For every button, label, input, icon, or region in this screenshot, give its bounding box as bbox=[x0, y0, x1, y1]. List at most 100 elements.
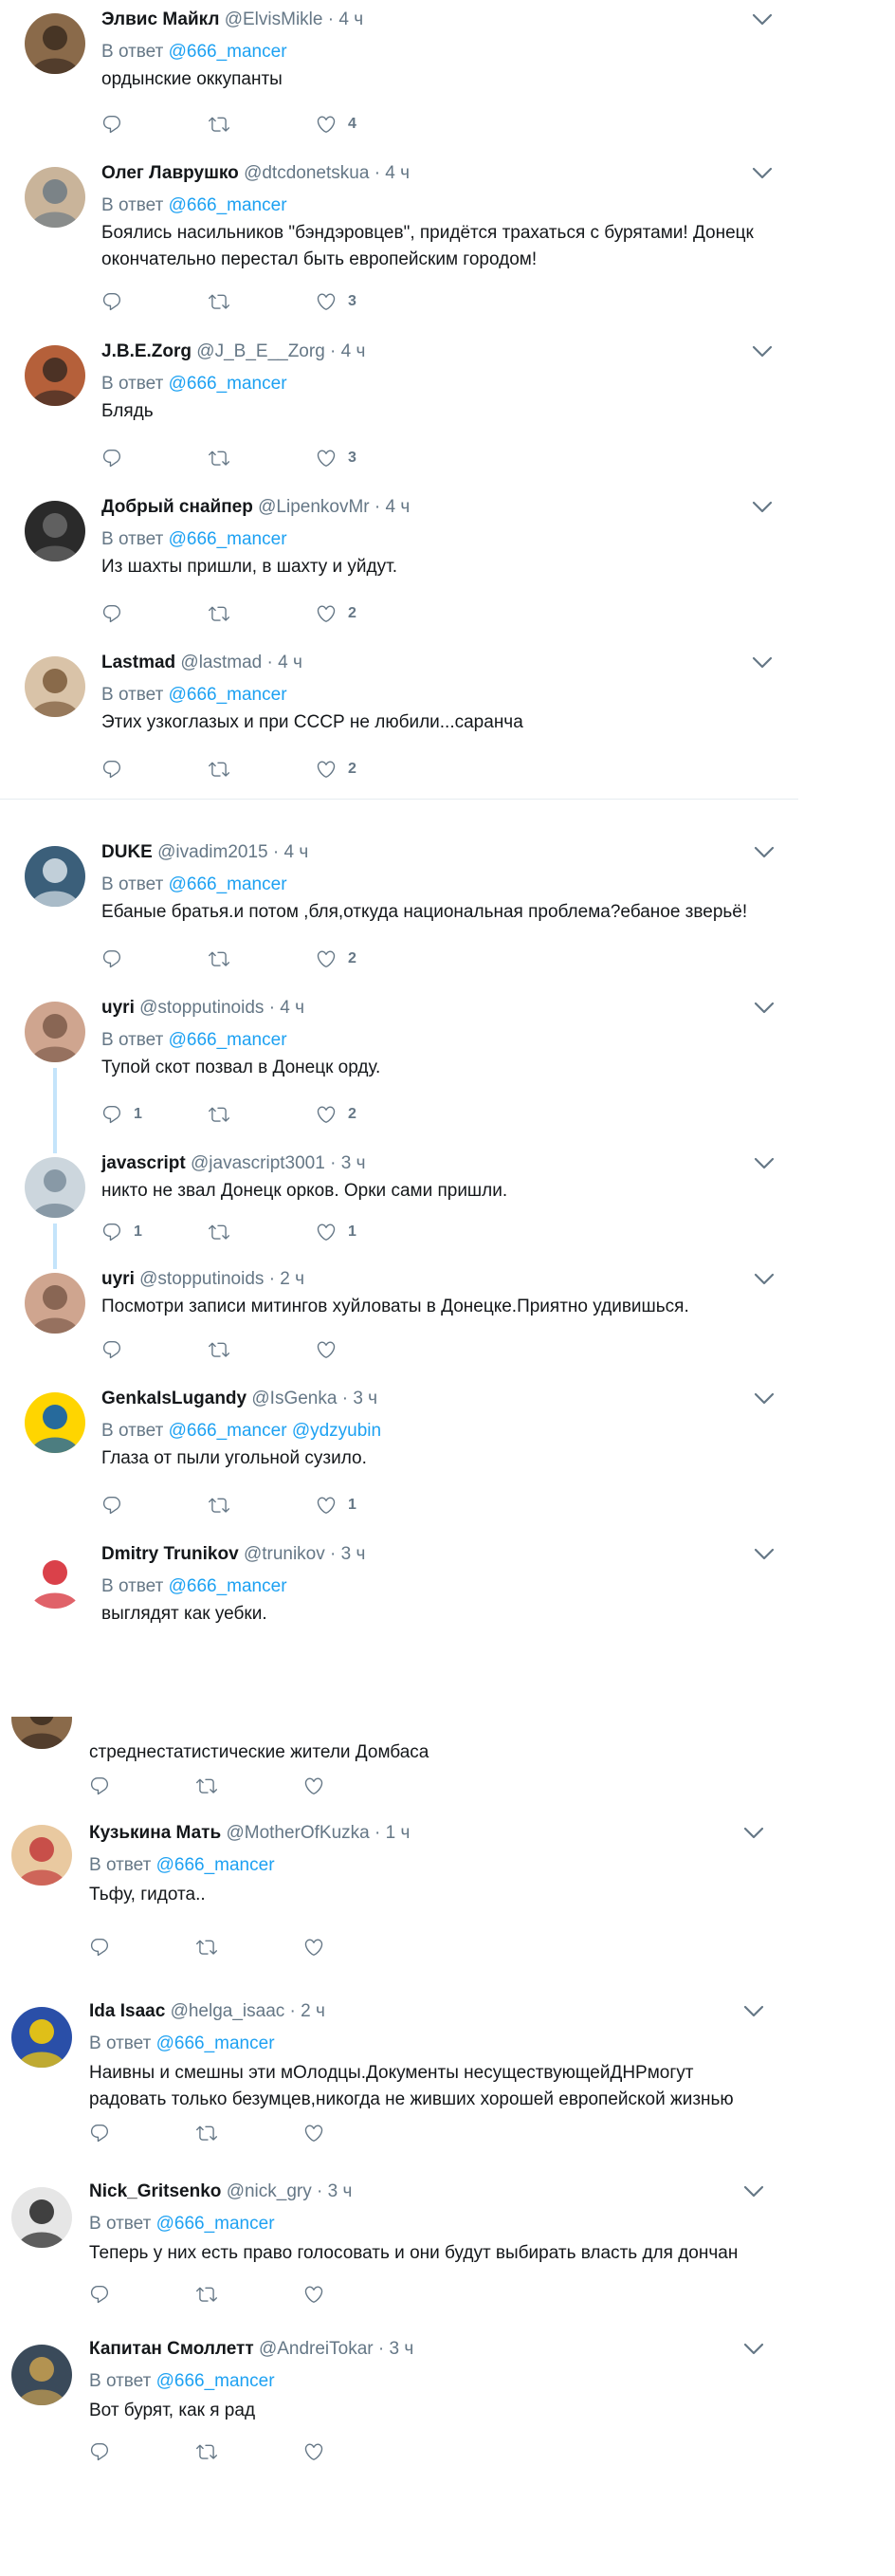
mention-link[interactable]: @666_mancer bbox=[156, 2033, 275, 2053]
author-handle[interactable]: @helga_isaac bbox=[171, 2001, 285, 2021]
author-name[interactable]: Lastmad bbox=[101, 653, 175, 672]
tweet[interactable]: Dmitry Trunikov @trunikov · 3 ч В ответ @… bbox=[0, 1535, 813, 1658]
like-button[interactable] bbox=[303, 2284, 324, 2305]
author-name[interactable]: Элвис Майкл bbox=[101, 9, 219, 29]
author-handle[interactable]: @ElvisMikle bbox=[225, 9, 323, 29]
author-handle[interactable]: @LipenkovMr bbox=[258, 497, 370, 517]
reply-button[interactable] bbox=[101, 759, 122, 780]
mention-link[interactable]: @666_mancer bbox=[169, 42, 287, 62]
author-handle[interactable]: @nick_gry bbox=[227, 2181, 312, 2201]
reply-button[interactable] bbox=[101, 1495, 122, 1516]
timestamp[interactable]: 4 ч bbox=[280, 998, 304, 1018]
avatar[interactable] bbox=[25, 1392, 85, 1453]
retweet-button[interactable] bbox=[209, 948, 229, 969]
retweet-button[interactable] bbox=[209, 603, 229, 624]
tweet[interactable]: DUKE @ivadim2015 · 4 ч В ответ @666_mance… bbox=[0, 833, 813, 989]
timestamp[interactable]: 4 ч bbox=[341, 341, 366, 361]
tweet[interactable]: Элвис Майкл @ElvisMikle · 4 ч В ответ @66… bbox=[0, 0, 798, 155]
chevron-down-icon[interactable] bbox=[754, 1548, 775, 1569]
author-name[interactable]: J.B.E.Zorg bbox=[101, 341, 192, 361]
avatar[interactable] bbox=[25, 167, 85, 228]
avatar[interactable] bbox=[11, 1825, 72, 1886]
author-handle[interactable]: @stopputinoids bbox=[139, 998, 264, 1018]
retweet-button[interactable] bbox=[209, 1339, 229, 1360]
avatar[interactable] bbox=[11, 2187, 72, 2248]
like-button[interactable] bbox=[303, 1776, 324, 1796]
mention-link[interactable]: @666_mancer bbox=[169, 1421, 287, 1441]
like-button[interactable] bbox=[303, 2441, 324, 2462]
avatar[interactable] bbox=[25, 1002, 85, 1062]
avatar[interactable] bbox=[25, 846, 85, 907]
avatar[interactable] bbox=[25, 501, 85, 561]
mention-link[interactable]: @666_mancer bbox=[156, 1855, 275, 1875]
author-handle[interactable]: @dtcdonetskua bbox=[244, 163, 369, 183]
mention-link[interactable]: @666_mancer bbox=[169, 195, 287, 215]
tweet[interactable]: uyri @stopputinoids · 2 ч Посмотри записи… bbox=[0, 1260, 813, 1380]
avatar[interactable] bbox=[11, 2007, 72, 2068]
retweet-button[interactable] bbox=[209, 291, 229, 312]
author-name[interactable]: Добрый снайпер bbox=[101, 497, 253, 517]
like-button[interactable]: 2 bbox=[316, 1104, 356, 1125]
author-name[interactable]: Dmitry Trunikov bbox=[101, 1544, 239, 1564]
author-handle[interactable]: @ivadim2015 bbox=[157, 842, 267, 862]
reply-button[interactable] bbox=[89, 1937, 110, 1958]
like-button[interactable] bbox=[303, 1937, 324, 1958]
author-handle[interactable]: @trunikov bbox=[244, 1544, 325, 1564]
like-button[interactable] bbox=[303, 2123, 324, 2144]
timestamp[interactable]: 3 ч bbox=[353, 1389, 377, 1408]
retweet-button[interactable] bbox=[209, 1104, 229, 1125]
mention-link[interactable]: @666_mancer bbox=[169, 874, 287, 894]
timestamp[interactable]: 3 ч bbox=[341, 1544, 366, 1564]
tweet[interactable]: Кузькина Мать @MotherOfKuzka · 1 ч В отве… bbox=[0, 1808, 800, 1987]
tweet[interactable]: J.B.E.Zorg @J_B_E__Zorg · 4 ч В ответ @66… bbox=[0, 332, 798, 488]
chevron-down-icon[interactable] bbox=[754, 1157, 775, 1178]
author-name[interactable]: Капитан Смоллетт bbox=[89, 2339, 254, 2359]
avatar[interactable] bbox=[25, 1273, 85, 1334]
retweet-button[interactable] bbox=[196, 2123, 217, 2144]
timestamp[interactable]: 3 ч bbox=[341, 1153, 366, 1173]
retweet-button[interactable] bbox=[196, 1937, 217, 1958]
timestamp[interactable]: 2 ч bbox=[280, 1269, 304, 1289]
chevron-down-icon[interactable] bbox=[752, 345, 773, 366]
timestamp[interactable]: 4 ч bbox=[385, 163, 410, 183]
tweet[interactable]: GenkaIsLugandy @IsGenka · 3 ч В ответ @66… bbox=[0, 1379, 813, 1536]
chevron-down-icon[interactable] bbox=[754, 1273, 775, 1294]
reply-button[interactable] bbox=[101, 948, 122, 969]
chevron-down-icon[interactable] bbox=[752, 656, 773, 677]
timestamp[interactable]: 2 ч bbox=[301, 2001, 325, 2021]
chevron-down-icon[interactable] bbox=[752, 13, 773, 34]
chevron-down-icon[interactable] bbox=[752, 501, 773, 522]
tweet[interactable]: стреднестатистические жители Домбаса bbox=[0, 1717, 800, 1809]
reply-button[interactable]: 1 bbox=[101, 1104, 142, 1125]
tweet[interactable]: Lastmad @lastmad · 4 ч В ответ @666_mance… bbox=[0, 643, 798, 800]
reply-button[interactable] bbox=[101, 448, 122, 469]
chevron-down-icon[interactable] bbox=[743, 2185, 764, 2206]
timestamp[interactable]: 4 ч bbox=[278, 653, 302, 672]
reply-button[interactable] bbox=[101, 603, 122, 624]
avatar[interactable] bbox=[25, 1157, 85, 1218]
reply-button[interactable] bbox=[89, 2441, 110, 2462]
tweet[interactable]: Олег Лаврушко @dtcdonetskua · 4 ч В ответ… bbox=[0, 154, 798, 333]
retweet-button[interactable] bbox=[196, 1776, 217, 1796]
author-name[interactable]: GenkaIsLugandy bbox=[101, 1389, 247, 1408]
mention-link[interactable]: @666_mancer bbox=[169, 685, 287, 705]
like-button[interactable]: 3 bbox=[316, 291, 356, 312]
tweet[interactable]: javascript @javascript3001 · 3 ч никто не… bbox=[0, 1144, 813, 1260]
mention-link[interactable]: @666_mancer bbox=[169, 1030, 287, 1050]
timestamp[interactable]: 4 ч bbox=[338, 9, 363, 29]
chevron-down-icon[interactable] bbox=[752, 167, 773, 188]
author-name[interactable]: Кузькина Мать bbox=[89, 1823, 221, 1843]
timestamp[interactable]: 3 ч bbox=[328, 2181, 353, 2201]
chevron-down-icon[interactable] bbox=[754, 1002, 775, 1022]
author-handle[interactable]: @IsGenka bbox=[251, 1389, 337, 1408]
author-handle[interactable]: @MotherOfKuzka bbox=[226, 1823, 369, 1843]
reply-button[interactable] bbox=[101, 291, 122, 312]
reply-button[interactable] bbox=[89, 2284, 110, 2305]
like-button[interactable]: 1 bbox=[316, 1495, 356, 1516]
avatar[interactable] bbox=[11, 1717, 72, 1749]
like-button[interactable]: 3 bbox=[316, 448, 356, 469]
like-button[interactable]: 2 bbox=[316, 759, 356, 780]
mention-link[interactable]: @666_mancer bbox=[156, 2371, 275, 2391]
chevron-down-icon[interactable] bbox=[754, 1392, 775, 1413]
tweet[interactable]: Ida Isaac @helga_isaac · 2 ч В ответ @666… bbox=[0, 1986, 800, 2167]
